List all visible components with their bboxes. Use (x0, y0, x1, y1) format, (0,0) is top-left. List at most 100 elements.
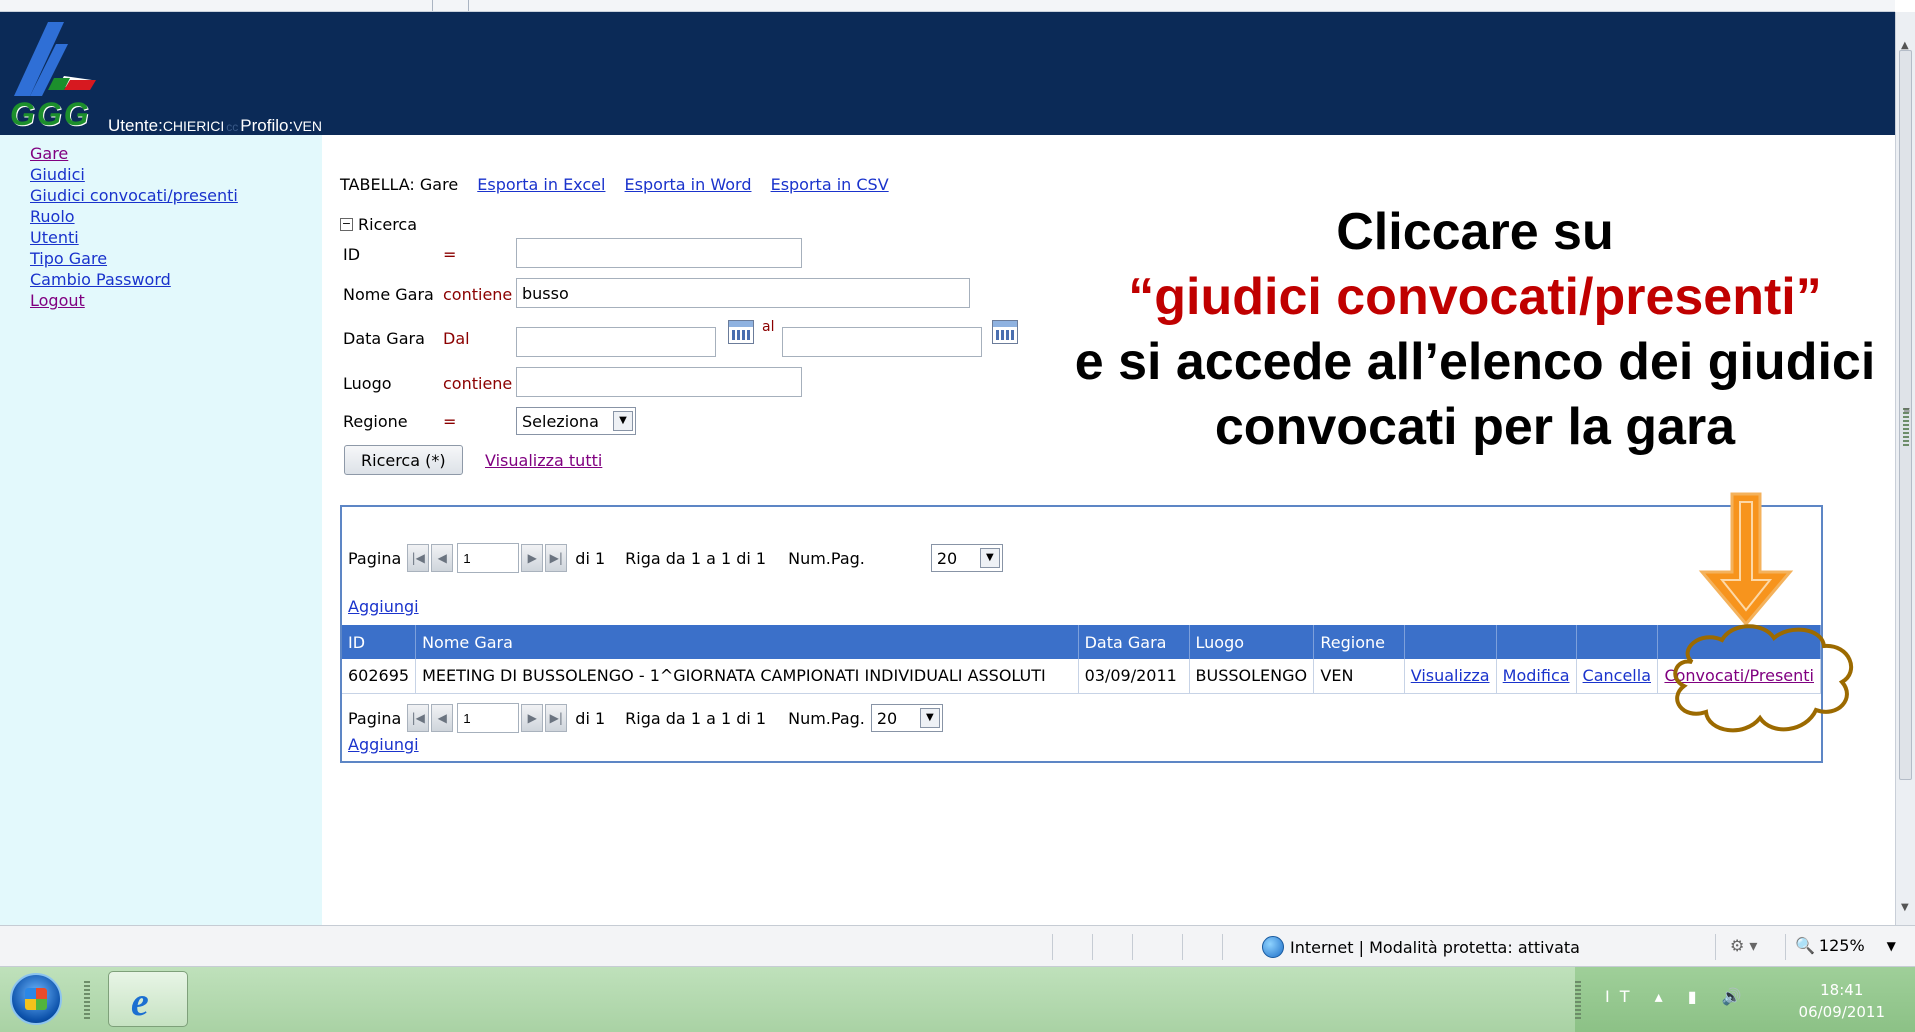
scroll-down-icon[interactable]: ▼ (1901, 902, 1909, 913)
page-number-input[interactable] (457, 703, 520, 733)
chevron-down-icon[interactable]: ▼ (979, 548, 1000, 568)
callout-line-1: Cliccare su (1336, 203, 1614, 261)
show-all-link[interactable]: Visualizza tutti (485, 451, 602, 470)
calendar-from-icon[interactable] (728, 320, 754, 344)
user-suffix: cc (226, 120, 239, 134)
nome-operator: contiene (443, 284, 513, 304)
edit-link[interactable]: Modifica (1503, 666, 1570, 685)
search-button[interactable]: Ricerca (*) (344, 445, 463, 475)
next-page-icon[interactable]: ▶ (521, 704, 544, 732)
data-label: Data Gara (343, 328, 425, 348)
app-header: GGG Utente:CHIERICI cc Profilo:VEN (0, 12, 1895, 135)
calendar-to-icon[interactable] (992, 320, 1018, 344)
pager-label: Pagina (348, 708, 402, 728)
id-field[interactable] (516, 238, 802, 268)
down-arrow-icon (1698, 492, 1794, 627)
data-to-label: al (762, 319, 775, 335)
nav-item-cambio-password[interactable]: Cambio Password (30, 270, 171, 289)
security-zone[interactable]: Internet | Modalità protetta: attivata (1262, 936, 1580, 958)
delete-link[interactable]: Cancella (1583, 666, 1651, 685)
pager-label: Pagina (348, 548, 402, 568)
nav-item-ruolo[interactable]: Ruolo (30, 207, 75, 226)
start-button[interactable] (10, 973, 62, 1025)
nav-item-giudici[interactable]: Giudici (30, 165, 85, 184)
user-label: Utente: (108, 116, 163, 135)
export-csv-link[interactable]: Esporta in CSV (771, 175, 889, 194)
browser-status-bar: Internet | Modalità protetta: attivata ⚙… (0, 925, 1915, 967)
settings-dropdown-icon[interactable]: ⚙ ▾ (1730, 936, 1757, 955)
numpag-select[interactable]: 20 ▼ (930, 544, 1003, 572)
system-tray: IT ▴ ▮ 🔊 18:41 06/09/2011 (1575, 967, 1915, 1032)
export-excel-link[interactable]: Esporta in Excel (477, 175, 605, 194)
logo-text: GGG (10, 96, 91, 132)
page-number-input[interactable] (457, 543, 520, 573)
volume-icon[interactable]: 🔊 (1722, 987, 1752, 1006)
results-grid: Pagina |◀ ◀ ▶ ▶| di 1 Riga da 1 a 1 di 1… (340, 505, 1823, 763)
col-action-delete (1576, 625, 1659, 659)
nome-gara-field[interactable] (516, 278, 970, 308)
nav-item-utenti[interactable]: Utenti (30, 228, 79, 247)
callout-line-4: convocati per la gara (1214, 398, 1736, 456)
gare-table: ID Nome Gara Data Gara Luogo Regione 602… (342, 625, 1821, 694)
callout-line-3: e si accede all’elenco dei giudici (1074, 333, 1876, 391)
view-link[interactable]: Visualizza (1411, 666, 1490, 685)
add-link-bottom[interactable]: Aggiungi (348, 735, 419, 754)
profile-label: Profilo: (240, 116, 294, 135)
last-page-icon[interactable]: ▶| (545, 544, 568, 572)
add-link-top[interactable]: Aggiungi (348, 597, 419, 616)
chevron-down-icon[interactable]: ▼ (919, 708, 940, 728)
language-indicator[interactable]: IT (1605, 987, 1640, 1006)
next-page-icon[interactable]: ▶ (521, 544, 544, 572)
tray-icons[interactable]: IT ▴ ▮ 🔊 (1605, 987, 1752, 1006)
regione-select[interactable]: Seleziona ▼ (516, 407, 636, 435)
col-nome-gara[interactable]: Nome Gara (415, 625, 1079, 659)
numpag-select[interactable]: 20 ▼ (870, 704, 943, 732)
export-word-link[interactable]: Esporta in Word (625, 175, 752, 194)
first-page-icon[interactable]: |◀ (407, 544, 430, 572)
pager-top: Pagina |◀ ◀ ▶ ▶| di 1 Riga da 1 a 1 di 1… (348, 543, 1003, 573)
nav-item-logout[interactable]: Logout (30, 291, 85, 310)
zone-text: Internet | Modalità protetta: attivata (1290, 937, 1580, 957)
luogo-field[interactable] (516, 367, 802, 397)
col-regione[interactable]: Regione (1313, 625, 1405, 659)
last-page-icon[interactable]: ▶| (545, 704, 568, 732)
data-from-field[interactable] (516, 327, 716, 357)
nome-label: Nome Gara (343, 284, 434, 304)
profile-value: VEN (293, 118, 322, 134)
id-operator: = (443, 244, 457, 264)
prev-page-icon[interactable]: ◀ (431, 544, 454, 572)
col-id[interactable]: ID (342, 625, 417, 659)
luogo-label: Luogo (343, 373, 392, 393)
nav-item-tipo-gare[interactable]: Tipo Gare (30, 249, 107, 268)
chevron-down-icon[interactable]: ▼ (1887, 939, 1896, 953)
nav-item-gare[interactable]: Gare (30, 144, 68, 163)
col-luogo[interactable]: Luogo (1189, 625, 1315, 659)
vertical-scrollbar[interactable]: ▲ ≡ ▼ (1895, 12, 1915, 925)
zoom-icon: 🔍 (1795, 936, 1815, 955)
cell-nome-gara: MEETING DI BUSSOLENGO - 1^GIORNATA CAMPI… (415, 659, 1079, 694)
scroll-thumb[interactable]: ≡ (1899, 50, 1912, 780)
zoom-control[interactable]: 🔍 125% ▼ (1795, 936, 1896, 955)
collapse-icon[interactable]: − (340, 218, 353, 231)
prev-page-icon[interactable]: ◀ (431, 704, 454, 732)
col-data-gara[interactable]: Data Gara (1078, 625, 1190, 659)
regione-operator: = (443, 411, 457, 431)
nav-item-giudici-convocati[interactable]: Giudici convocati/presenti (30, 186, 238, 205)
col-action-edit (1496, 625, 1577, 659)
chevron-down-icon[interactable]: ▼ (613, 411, 633, 431)
callout-line-2: “giudici convocati/presenti” (1128, 268, 1822, 326)
network-icon[interactable]: ▮ (1688, 987, 1707, 1006)
search-toggle[interactable]: − Ricerca (340, 215, 417, 234)
regione-label: Regione (343, 411, 408, 431)
up-arrow-icon[interactable]: ▴ (1655, 987, 1673, 1006)
internet-explorer-taskbar-button[interactable]: e (108, 971, 188, 1027)
cell-data-gara: 03/09/2011 (1078, 659, 1190, 694)
clock[interactable]: 18:41 06/09/2011 (1799, 979, 1885, 1023)
col-action-view (1404, 625, 1497, 659)
page-of: di 1 (575, 708, 606, 728)
first-page-icon[interactable]: |◀ (407, 704, 430, 732)
data-to-field[interactable] (782, 327, 982, 357)
clock-date: 06/09/2011 (1798, 1003, 1885, 1021)
regione-select-value: Seleziona (522, 411, 599, 431)
data-operator: Dal (443, 328, 470, 348)
